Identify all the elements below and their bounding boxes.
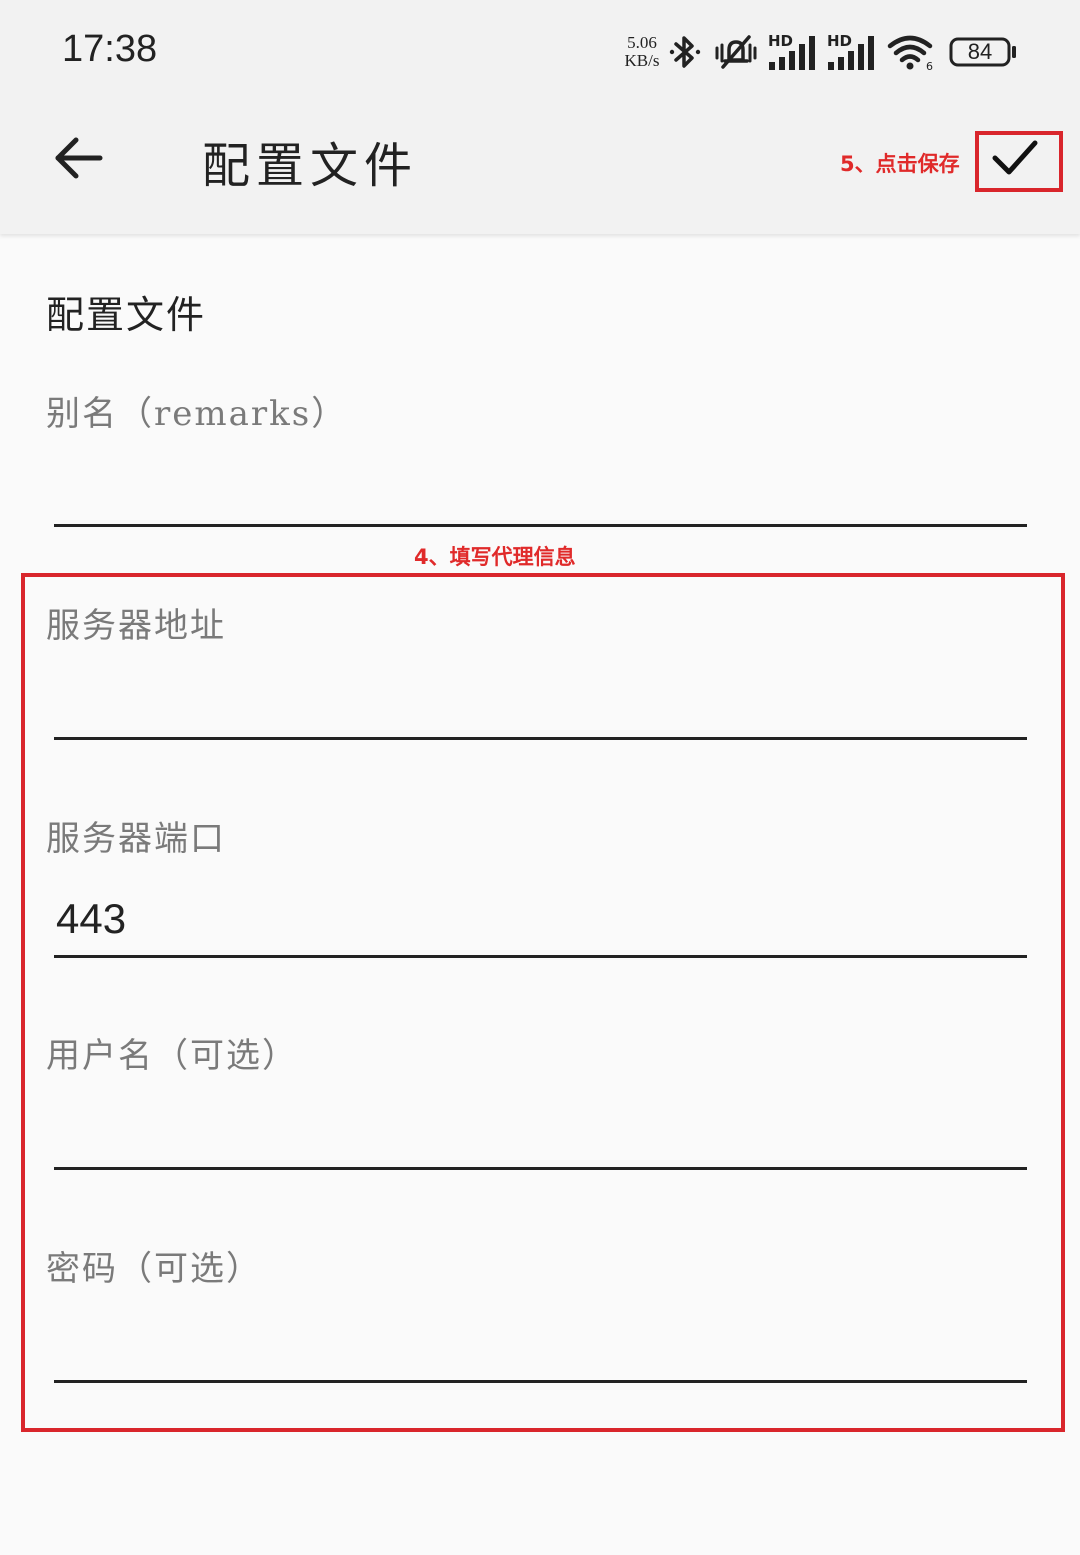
remarks-input[interactable]: [54, 458, 1027, 527]
status-time: 17:38: [62, 28, 158, 70]
toolbar-title: 配置文件: [202, 138, 419, 194]
bluetooth-icon: [669, 36, 701, 68]
save-button[interactable]: [985, 133, 1045, 183]
username-input[interactable]: [54, 1101, 1027, 1170]
save-annotation: 5、点击保存: [840, 152, 960, 176]
server-port-input[interactable]: [54, 889, 1027, 958]
hd-label: HD: [827, 32, 852, 50]
server-port-label: 服务器端口: [46, 819, 226, 859]
server-address-input[interactable]: [54, 671, 1027, 740]
remarks-label: 别名（remarks）: [46, 394, 348, 434]
username-label: 用户名（可选）: [46, 1036, 298, 1076]
wifi-badge: 6: [926, 60, 933, 72]
server-address-label: 服务器地址: [46, 606, 226, 646]
check-icon: [992, 140, 1038, 175]
back-button[interactable]: [50, 130, 106, 186]
battery-icon: 84: [949, 37, 1016, 67]
section-title: 配置文件: [46, 293, 207, 337]
hd-signal-1-icon: HD: [768, 32, 815, 70]
network-speed-value: 5.06: [627, 33, 657, 52]
fill-info-annotation: 4、填写代理信息: [414, 545, 576, 569]
arrow-left-icon: [55, 137, 103, 179]
wifi-icon: 6: [887, 35, 933, 72]
battery-level: 84: [967, 39, 993, 64]
hd-signal-2-icon: HD: [827, 32, 874, 70]
network-speed-unit: KB/s: [624, 51, 660, 70]
hd-label: HD: [768, 32, 793, 50]
mute-vibrate-icon: [715, 35, 757, 69]
password-input[interactable]: [54, 1314, 1027, 1383]
password-label: 密码（可选）: [46, 1249, 262, 1289]
network-speed: 5.06 KB/s: [622, 34, 662, 70]
